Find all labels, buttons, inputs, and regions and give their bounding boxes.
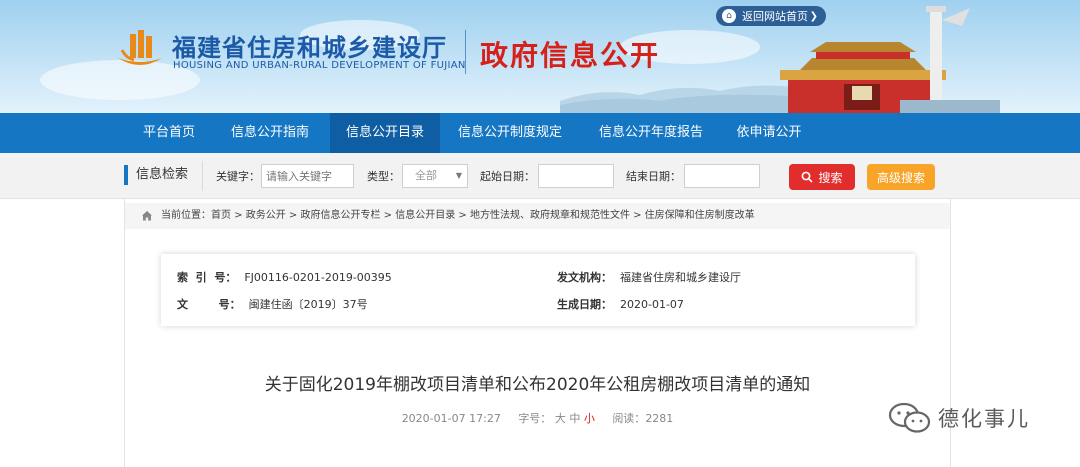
document-meta: 索 引 号： FJ00116-0201-2019-00395 文 号： 闽建住函〔2… xyxy=(161,254,915,326)
meta-docno-key: 文 号： xyxy=(177,298,241,311)
nav-item-annual-report[interactable]: 信息公开年度报告 xyxy=(582,113,720,153)
type-select[interactable]: 全部 ▼ xyxy=(402,164,468,188)
title-divider xyxy=(465,30,466,74)
meta-index: 索 引 号： FJ00116-0201-2019-00395 xyxy=(177,269,392,285)
meta-date: 生成日期： 2020-01-07 xyxy=(557,296,684,312)
reads-value: 2281 xyxy=(645,412,674,425)
keyword-input[interactable] xyxy=(261,164,354,188)
search-button-label: 搜索 xyxy=(818,170,843,185)
nav-item-home[interactable]: 平台首页 xyxy=(128,113,210,153)
home-icon xyxy=(142,210,152,220)
home-icon: ⌂ xyxy=(722,9,736,23)
end-date-label: 结束日期： xyxy=(626,170,681,183)
breadcrumb: 当前位置：首页 > 政务公开 > 政府信息公开专栏 > 信息公开目录 > 地方性… xyxy=(125,203,950,229)
meta-docno-value: 闽建住函〔2019〕37号 xyxy=(248,298,368,311)
document-info: 2020-01-07 17:27 字号： 大 中 小 阅读：2281 xyxy=(125,410,950,426)
document-datetime: 2020-01-07 17:27 xyxy=(401,412,501,425)
wechat-watermark: 德化事儿 xyxy=(888,400,1030,436)
nav-item-catalog[interactable]: 信息公开目录 xyxy=(330,113,440,153)
divider xyxy=(202,161,203,191)
document-title: 关于固化2019年棚改项目清单和公布2020年公租房棚改项目清单的通知 xyxy=(264,375,811,395)
wechat-icon xyxy=(888,402,931,433)
search-label: 信息检索 xyxy=(124,165,188,185)
nav-item-regulations[interactable]: 信息公开制度规定 xyxy=(445,113,575,153)
nav-item-guide[interactable]: 信息公开指南 xyxy=(215,113,325,153)
type-label: 类型： xyxy=(367,170,400,183)
search-icon xyxy=(802,171,814,183)
search-bar: 信息检索 关键字： 类型： 全部 ▼ 起始日期： 结束日期： 搜索 高级搜索 xyxy=(0,153,1080,199)
type-select-value: 全部 xyxy=(415,169,437,182)
font-size-medium[interactable]: 中 xyxy=(569,412,580,425)
meta-date-value: 2020-01-07 xyxy=(620,298,684,311)
advanced-search-button[interactable]: 高级搜索 xyxy=(867,164,935,190)
tiananmen-illustration xyxy=(780,6,1000,113)
search-button[interactable]: 搜索 xyxy=(789,164,855,190)
content-panel: 当前位置：首页 > 政务公开 > 政府信息公开专栏 > 信息公开目录 > 地方性… xyxy=(124,199,951,467)
main-nav: 平台首页 信息公开指南 信息公开目录 信息公开制度规定 信息公开年度报告 依申请… xyxy=(0,113,1080,153)
meta-index-value: FJ00116-0201-2019-00395 xyxy=(244,271,392,284)
nav-item-apply[interactable]: 依申请公开 xyxy=(725,113,813,153)
meta-org: 发文机构： 福建省住房和城乡建设厅 xyxy=(557,269,741,285)
breadcrumb-text: 当前位置：首页 > 政务公开 > 政府信息公开专栏 > 信息公开目录 > 地方性… xyxy=(161,210,755,221)
meta-docno: 文 号： 闽建住函〔2019〕37号 xyxy=(177,296,368,312)
site-subtitle: HOUSING AND URBAN-RURAL DEVELOPMENT OF F… xyxy=(173,60,466,71)
start-date-input[interactable] xyxy=(538,164,614,188)
site-header: 福建省住房和城乡建设厅 HOUSING AND URBAN-RURAL DEVE… xyxy=(0,0,1080,113)
meta-org-value: 福建省住房和城乡建设厅 xyxy=(620,271,741,284)
font-size-large[interactable]: 大 xyxy=(555,412,566,425)
reads-label: 阅读： xyxy=(612,412,646,425)
start-date-label: 起始日期： xyxy=(480,170,535,183)
meta-date-key: 生成日期： xyxy=(557,298,612,311)
font-size-small[interactable]: 小 xyxy=(584,412,595,425)
meta-index-key: 索 引 号： xyxy=(177,271,237,284)
great-wall-illustration xyxy=(560,85,810,113)
watermark-text: 德化事儿 xyxy=(938,407,1030,431)
keyword-label: 关键字： xyxy=(216,170,260,183)
meta-org-key: 发文机构： xyxy=(557,271,612,284)
chevron-down-icon: ▼ xyxy=(455,171,462,180)
section-title: 政府信息公开 xyxy=(480,39,661,72)
logo-icon[interactable] xyxy=(116,28,164,72)
end-date-input[interactable] xyxy=(684,164,760,188)
site-title[interactable]: 福建省住房和城乡建设厅 xyxy=(172,28,447,63)
font-size-label: 字号： xyxy=(518,412,552,425)
